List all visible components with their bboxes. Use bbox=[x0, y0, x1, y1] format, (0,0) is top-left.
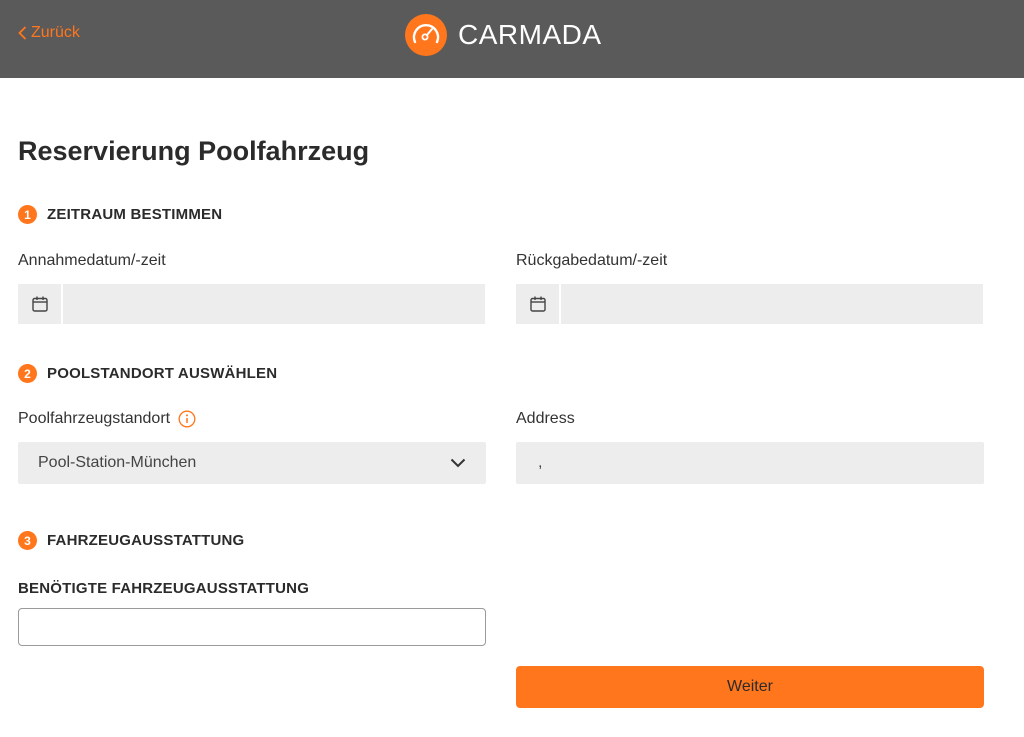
step-title: POOLSTANDORT AUSWÄHLEN bbox=[47, 365, 278, 382]
pickup-calendar-button[interactable] bbox=[18, 284, 61, 324]
step-1-heading: 1 ZEITRAUM BESTIMMEN bbox=[18, 205, 222, 224]
step-number-badge: 1 bbox=[18, 205, 37, 224]
return-label: Rückgabedatum/-zeit bbox=[516, 252, 668, 269]
back-label: Zurück bbox=[31, 24, 80, 41]
page-title: Reservierung Poolfahrzeug bbox=[18, 136, 370, 166]
step-title: ZEITRAUM BESTIMMEN bbox=[47, 206, 223, 223]
return-datetime-field bbox=[516, 284, 983, 324]
back-link[interactable]: Zurück bbox=[18, 24, 80, 42]
pickup-datetime-input[interactable] bbox=[63, 284, 485, 324]
calendar-icon bbox=[31, 296, 48, 312]
step-3-heading: 3 FAHRZEUGAUSSTATTUNG bbox=[18, 531, 244, 550]
next-button[interactable]: Weiter bbox=[516, 666, 984, 708]
required-equipment-input[interactable] bbox=[18, 608, 486, 646]
station-selected-value: Pool-Station-München bbox=[38, 454, 197, 471]
chevron-left-icon bbox=[18, 26, 27, 40]
station-label: Poolfahrzeugstandort bbox=[18, 410, 171, 427]
pickup-datetime-field bbox=[18, 284, 485, 324]
chevron-down-icon bbox=[450, 458, 466, 468]
info-icon[interactable] bbox=[178, 410, 196, 428]
address-value: , bbox=[516, 442, 984, 484]
return-calendar-button[interactable] bbox=[516, 284, 559, 324]
header-bar: Zurück CARMADA bbox=[0, 0, 1024, 78]
step-number-badge: 3 bbox=[18, 531, 37, 550]
step-2-heading: 2 POOLSTANDORT AUSWÄHLEN bbox=[18, 364, 277, 383]
speedometer-icon bbox=[405, 14, 447, 56]
pickup-label: Annahmedatum/-zeit bbox=[18, 252, 166, 269]
brand-name: CARMADA bbox=[458, 19, 602, 50]
step-title: FAHRZEUGAUSSTATTUNG bbox=[47, 532, 245, 549]
return-datetime-input[interactable] bbox=[561, 284, 983, 324]
step-number-badge: 2 bbox=[18, 364, 37, 383]
station-select[interactable]: Pool-Station-München bbox=[18, 442, 486, 484]
station-label-row: Poolfahrzeugstandort bbox=[18, 410, 196, 428]
address-label: Address bbox=[516, 410, 575, 427]
required-equipment-label: BENÖTIGTE FAHRZEUGAUSSTATTUNG bbox=[18, 580, 310, 597]
calendar-icon bbox=[529, 296, 546, 312]
brand: CARMADA bbox=[404, 12, 602, 58]
